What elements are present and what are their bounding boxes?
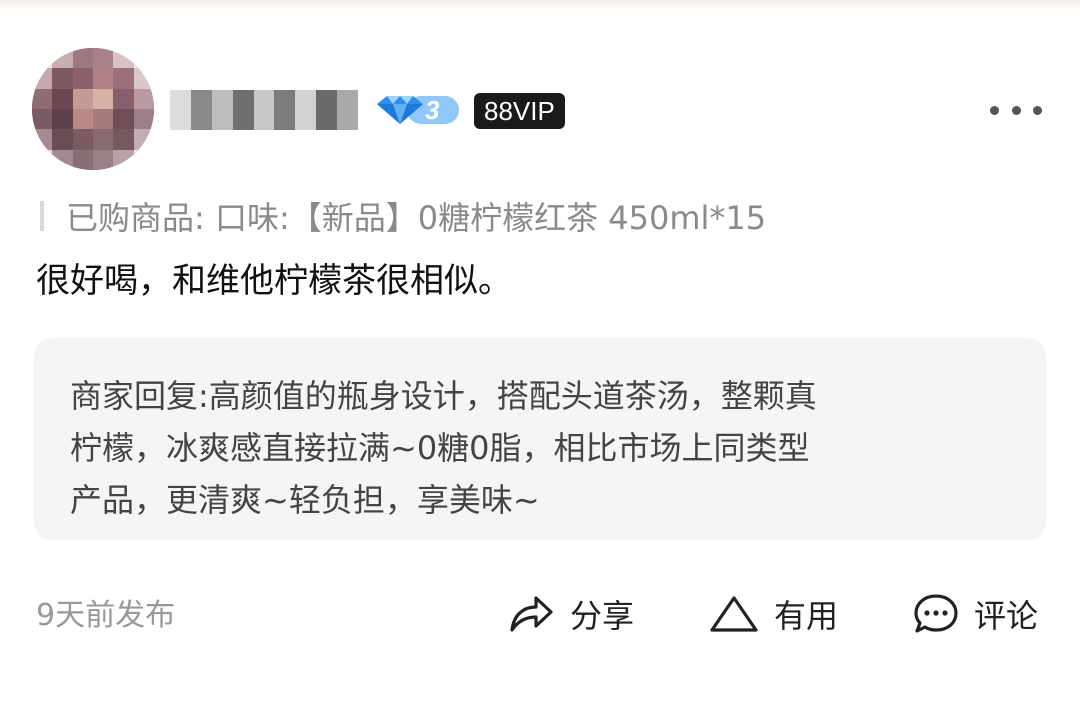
review-footer: 9天前发布 分享 有用 评论 <box>0 580 1080 650</box>
merchant-reply-line: 产品，更清爽~轻负担，享美味~ <box>70 481 540 519</box>
merchant-reply-box: 商家回复:高颜值的瓶身设计，搭配头道茶汤，整颗真 柠檬，冰爽感直接拉满~0糖0脂… <box>34 338 1046 540</box>
share-button[interactable]: 分享 <box>506 586 634 642</box>
review-header: 3 88VIP <box>0 40 1080 180</box>
purchased-item-text: 已购商品: 口味:【新品】0糖柠檬红茶 450ml*15 <box>66 193 766 239</box>
review-content: 很好喝，和维他柠檬茶很相似。 <box>36 261 512 301</box>
share-arrow-icon <box>510 596 553 632</box>
member-level-number: 3 <box>425 95 440 125</box>
vip-badge: 88VIP <box>474 93 565 129</box>
merchant-reply-text: 商家回复:高颜值的瓶身设计，搭配头道茶汤，整颗真 柠檬，冰爽感直接拉满~0糖0脂… <box>70 370 1020 526</box>
purchased-item-name: 口味:【新品】0糖柠檬红茶 450ml*15 <box>214 199 767 237</box>
member-level-badge: 3 <box>373 92 461 128</box>
useful-label: 有用 <box>774 597 839 635</box>
username-blurred[interactable] <box>170 90 359 130</box>
comment-label: 评论 <box>974 597 1039 635</box>
comment-button[interactable]: 评论 <box>912 586 1038 642</box>
avatar[interactable] <box>32 48 154 170</box>
diamond-icon <box>377 96 459 124</box>
more-button[interactable] <box>986 98 1046 122</box>
purchased-divider <box>40 201 44 231</box>
more-dot <box>1033 105 1042 115</box>
more-dots-icon <box>990 105 999 115</box>
purchased-item-row: 已购商品: 口味:【新品】0糖柠檬红茶 450ml*15 <box>40 192 1040 240</box>
share-label: 分享 <box>570 597 635 635</box>
triangle-useful-icon <box>710 596 758 632</box>
more-dot <box>1011 105 1021 115</box>
purchased-label: 已购商品: <box>66 199 205 237</box>
useful-button[interactable]: 有用 <box>708 586 838 642</box>
merchant-reply-line: 商家回复:高颜值的瓶身设计，搭配头道茶汤，整颗真 <box>70 377 817 415</box>
top-strip <box>0 0 1080 10</box>
chat-bubble-icon <box>914 594 958 633</box>
post-timestamp: 9天前发布 <box>36 598 176 633</box>
merchant-reply-line: 柠檬，冰爽感直接拉满~0糖0脂，相比市场上同类型 <box>70 429 810 467</box>
avatar-blurred-image <box>32 48 154 170</box>
